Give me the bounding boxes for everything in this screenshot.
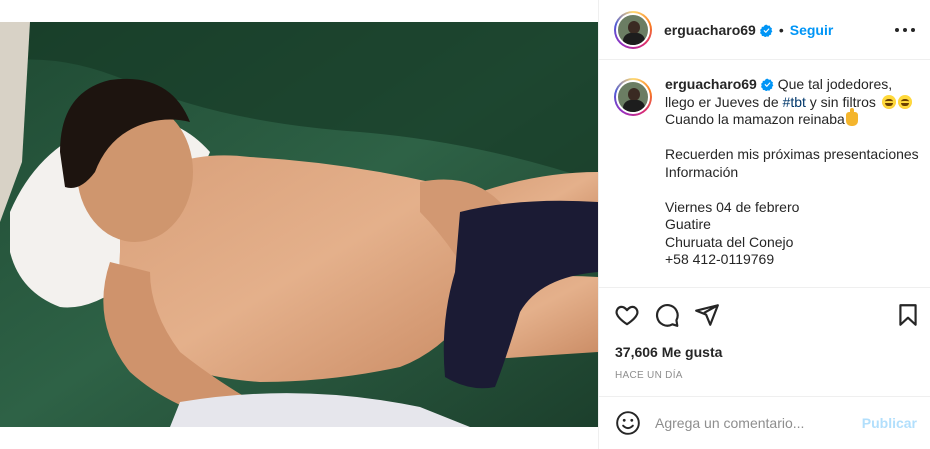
caption-line-11: +58 412-0119769 [665, 251, 775, 267]
paper-plane-icon[interactable] [694, 302, 720, 328]
caption-username[interactable]: erguacharo69 [665, 76, 757, 92]
smiley-icon[interactable] [615, 410, 641, 436]
verified-badge-icon [760, 78, 774, 91]
post-photo-image [0, 22, 598, 427]
caption-line-8: Viernes 04 de febrero [665, 198, 800, 215]
comment-input[interactable] [655, 413, 855, 433]
laughing-emoji-icon [897, 94, 912, 109]
post-media-area [0, 0, 598, 449]
comment-box: Publicar [599, 396, 930, 449]
publish-button[interactable]: Publicar [862, 415, 917, 431]
post-caption: erguacharo69 Que tal jodedores, llego er… [614, 76, 924, 269]
post-header: erguacharo69 • Seguir [599, 0, 930, 60]
header-separator: • [778, 21, 784, 38]
caption-line-3: Cuando la mamazon reinaba [665, 111, 845, 127]
post-side-panel: erguacharo69 • Seguir erguacharo69 Que t… [598, 0, 930, 449]
post-actions-bar [599, 287, 930, 341]
caption-author-avatar[interactable] [614, 78, 652, 116]
caption-line-2b: y sin filtros [805, 93, 880, 110]
more-options-icon[interactable] [895, 20, 915, 40]
verified-badge-icon [759, 24, 773, 37]
caption-line-5: Recuerden mis próximas presentaciones [665, 146, 919, 162]
caption-line-2a: llego er Jueves de [665, 93, 783, 110]
author-username[interactable]: erguacharo69 [664, 22, 773, 38]
hashtag-link[interactable]: #tbt [783, 94, 806, 110]
post-timestamp[interactable]: HACE UN DÍA [615, 370, 683, 381]
likes-count[interactable]: 37,606 Me gusta [615, 344, 722, 360]
caption-line-1: Que tal jodedores, [777, 76, 893, 92]
comment-bubble-icon[interactable] [654, 302, 680, 328]
caption-line-9: Guatire [665, 216, 711, 232]
post-photo[interactable] [0, 22, 598, 427]
heart-icon[interactable] [614, 302, 640, 328]
bookmark-icon[interactable] [895, 302, 921, 328]
caption-line-6: Información [665, 163, 739, 180]
follow-button[interactable]: Seguir [790, 22, 834, 38]
caption-text: erguacharo69 Que tal jodedores, llego er… [665, 76, 919, 269]
laughing-emoji-icon [881, 94, 896, 109]
pointing-hand-emoji-icon [845, 108, 858, 126]
author-avatar[interactable] [614, 10, 652, 49]
caption-line-10: Churuata del Conejo [665, 233, 794, 250]
